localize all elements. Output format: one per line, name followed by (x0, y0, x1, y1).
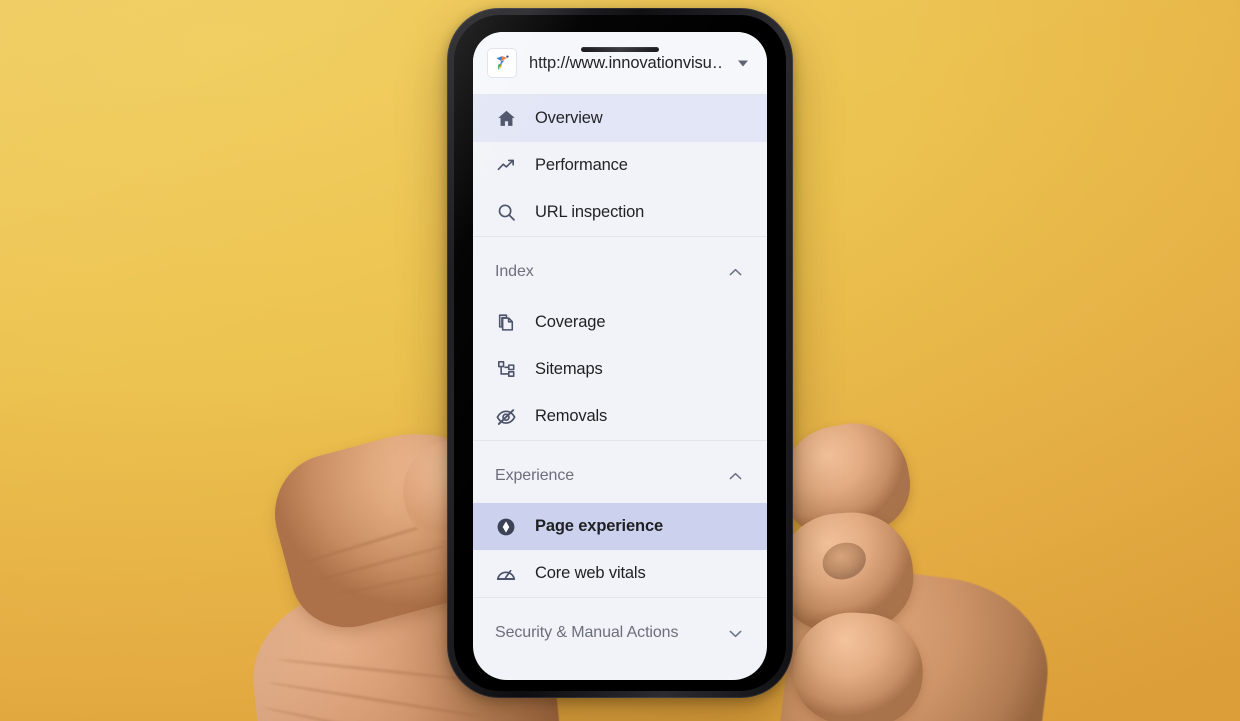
spacer (473, 598, 767, 606)
phone-screen: http://www.innovationvisu… Overview Perf… (473, 32, 767, 680)
search-icon (495, 202, 517, 224)
dropdown-caret-icon[interactable] (735, 55, 751, 71)
section-title: Security & Manual Actions (495, 624, 679, 641)
skin-crease (335, 570, 444, 597)
trending-up-icon (495, 155, 517, 177)
spacer (473, 441, 767, 449)
chevron-up-icon[interactable] (726, 467, 745, 486)
nav-item-overview[interactable]: Overview (473, 95, 767, 142)
property-url-text: http://www.innovationvisu… (529, 53, 723, 72)
phone-device: http://www.innovationvisu… Overview Perf… (447, 8, 793, 698)
hummingbird-logo-icon (487, 48, 517, 78)
nav-label: Sitemaps (535, 360, 603, 378)
section-title: Index (495, 263, 534, 280)
nav-item-sitemaps[interactable]: Sitemaps (473, 346, 767, 393)
eye-off-icon (495, 406, 517, 428)
nav-label: Performance (535, 156, 628, 174)
nav-item-performance[interactable]: Performance (473, 142, 767, 189)
spacer (473, 237, 767, 245)
fingernail (817, 537, 871, 585)
section-header-experience[interactable]: Experience (473, 449, 767, 503)
nav-label: Removals (535, 407, 608, 425)
nav-label: Overview (535, 109, 603, 127)
property-selector[interactable]: http://www.innovationvisu… (473, 32, 767, 95)
speedometer-icon (495, 563, 517, 585)
navigation-list: Overview Performance URL inspection Inde… (473, 95, 767, 680)
search-console-app: http://www.innovationvisu… Overview Perf… (473, 32, 767, 680)
nav-item-page-experience[interactable]: Page experience (473, 503, 767, 550)
nav-item-coverage[interactable]: Coverage (473, 299, 767, 346)
nav-label: Core web vitals (535, 564, 646, 582)
home-icon (495, 108, 517, 130)
nav-item-core-web-vitals[interactable]: Core web vitals (473, 550, 767, 597)
nav-item-url-inspection[interactable]: URL inspection (473, 189, 767, 236)
sitemap-tree-icon (495, 359, 517, 381)
nav-item-removals[interactable]: Removals (473, 393, 767, 440)
copy-pages-icon (495, 312, 517, 334)
section-header-security-manual-actions[interactable]: Security & Manual Actions (473, 606, 767, 660)
right-hand (771, 414, 1059, 721)
nav-label: Coverage (535, 313, 606, 331)
diamond-circle-icon (495, 516, 517, 538)
chevron-up-icon[interactable] (726, 263, 745, 282)
nav-label: Page experience (535, 517, 663, 535)
nav-label: URL inspection (535, 203, 645, 221)
section-title: Experience (495, 467, 575, 484)
chevron-down-icon[interactable] (726, 624, 745, 643)
section-header-index[interactable]: Index (473, 245, 767, 299)
earpiece-speaker-icon (581, 47, 659, 52)
